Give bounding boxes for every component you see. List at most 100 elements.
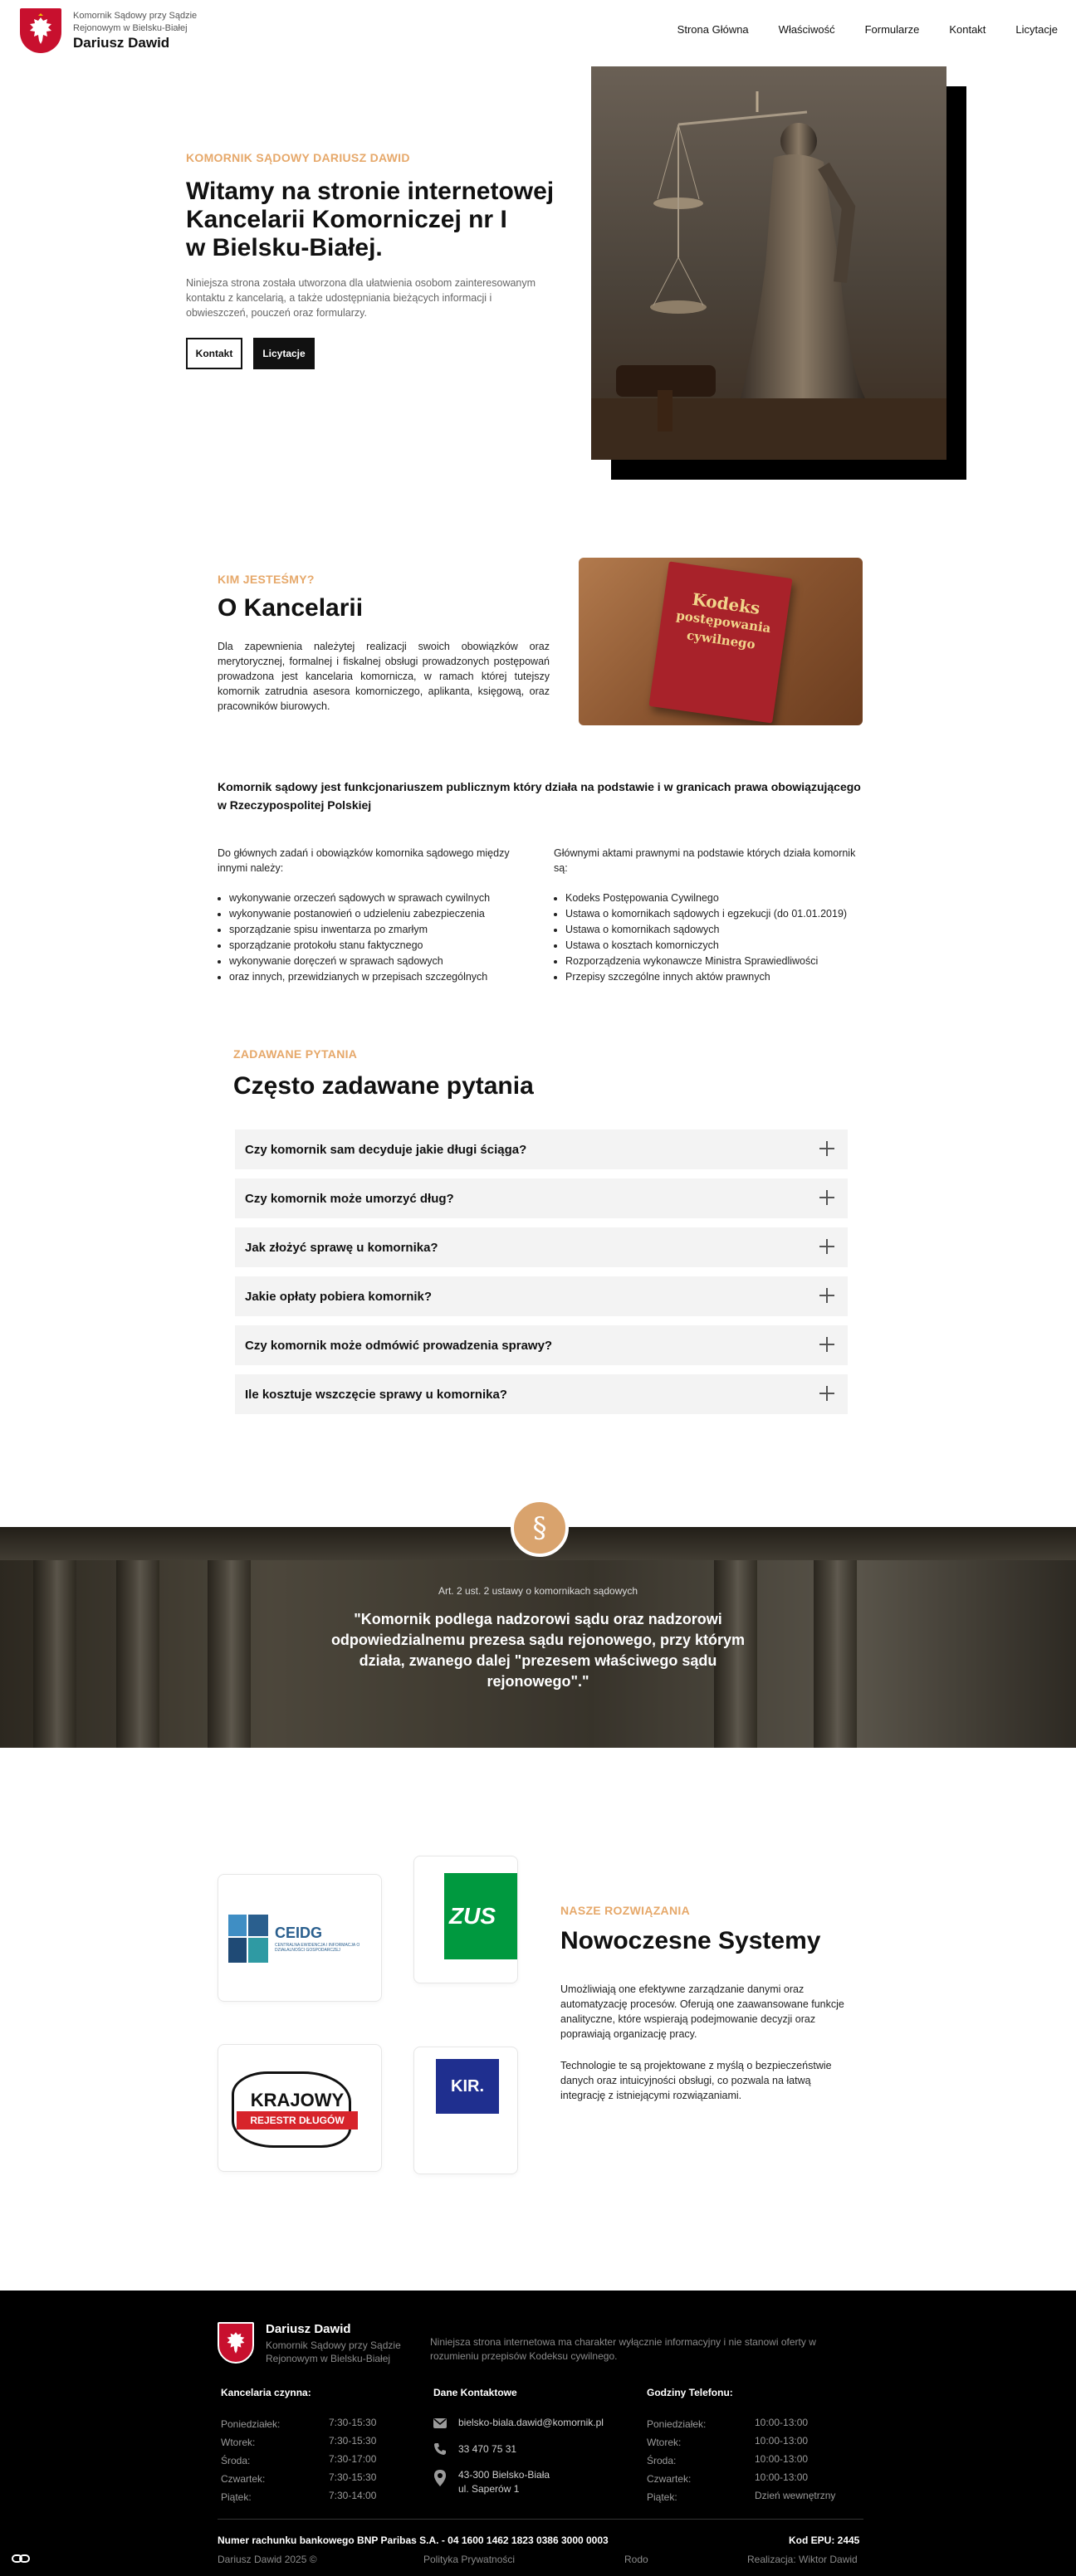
- civil-code-book-image: Kodeks postępowania cywilnego: [579, 558, 863, 725]
- envelope-icon: [433, 2418, 447, 2428]
- hero-title-line-3: w Bielsku-Białej.: [186, 234, 383, 261]
- credit-link[interactable]: Realizacja: Wiktor Dawid: [747, 2554, 858, 2565]
- faq-item-1[interactable]: Czy komornik sam decyduje jakie długi śc…: [235, 1129, 848, 1169]
- quote-line-3: działa, zwanego dalej "prezesem właściwe…: [359, 1652, 717, 1669]
- contact-button[interactable]: Kontakt: [186, 338, 242, 369]
- epu-code: Kod EPU: 2445: [789, 2535, 860, 2546]
- office-hours-heading: Kancelaria czynna:: [221, 2387, 311, 2398]
- justitia-image: [591, 66, 946, 460]
- table-row: Piątek: 7:30-14:00: [221, 2490, 377, 2503]
- systems-text-2: Technologie te są projektowane z myślą o…: [560, 2060, 832, 2101]
- systems-text-1: Umożliwiają one efektywne zarządzanie da…: [560, 1983, 844, 2040]
- nav-forms[interactable]: Formularze: [865, 23, 920, 36]
- quote-source: Art. 2 ust. 2 ustawy o komornikach sądow…: [438, 1585, 638, 1597]
- quote-banner: Art. 2 ust. 2 ustawy o komornikach sądow…: [0, 1527, 1076, 1748]
- about-text: Dla zapewnienia należytej realizacji swo…: [218, 641, 550, 712]
- faq-item-4[interactable]: Jakie opłaty pobiera komornik?: [235, 1276, 848, 1316]
- location-pin-icon: [434, 2470, 446, 2486]
- zus-logo-card[interactable]: ZUS: [413, 1856, 518, 1983]
- plus-icon[interactable]: [819, 1190, 834, 1205]
- table-row: Czwartek: 7:30-15:30: [221, 2471, 377, 2485]
- nav-jurisdiction[interactable]: Właściwość: [779, 23, 835, 36]
- faq-item-6[interactable]: Ile kosztuje wszczęcie sprawy u komornik…: [235, 1374, 848, 1414]
- zus-logo-text: ZUS: [449, 1903, 496, 1929]
- footer-eagle-icon: [218, 2322, 254, 2364]
- list-item: wykonywanie postanowień o udzieleniu zab…: [229, 906, 533, 922]
- plus-icon[interactable]: [819, 1386, 834, 1401]
- list-item: sporządzanie spisu inwentarza po zmarłym: [229, 922, 533, 938]
- list-item: wykonywanie doręczeń w sprawach sądowych: [229, 954, 533, 969]
- site-header: Komornik Sądowy przy Sądzie Rejonowym w …: [0, 0, 1076, 61]
- footer-email-link[interactable]: bielsko-biala.dawid@komornik.pl: [458, 2417, 604, 2428]
- krajowy-rejestr-logo-card[interactable]: KRAJOWY REJESTR DŁUGÓW: [218, 2044, 382, 2172]
- auctions-button[interactable]: Licytacje: [253, 338, 315, 369]
- contact-heading: Dane Kontaktowe: [433, 2387, 517, 2398]
- duties-list: wykonywanie orzeczeń sądowych w sprawach…: [218, 890, 533, 985]
- krajowy-logo-text: KRAJOWY: [250, 2090, 345, 2110]
- faq-question: Czy komornik sam decyduje jakie długi śc…: [245, 1142, 527, 1157]
- table-row: Poniedziałek: 7:30-15:30: [221, 2417, 377, 2430]
- eagle-emblem-icon[interactable]: [20, 8, 61, 53]
- faq-title: Często zadawane pytania: [233, 1072, 534, 1100]
- systems-title: Nowoczesne Systemy: [560, 1927, 821, 1954]
- faq-question: Ile kosztuje wszczęcie sprawy u komornik…: [245, 1387, 507, 1402]
- faq-item-3[interactable]: Jak złożyć sprawę u komornika?: [235, 1227, 848, 1267]
- nav-home[interactable]: Strona Główna: [677, 23, 749, 36]
- duties-statement: Komornik sądowy jest funkcjonariuszem pu…: [218, 780, 861, 812]
- brand-subtitle: Komornik Sądowy przy Sądzie Rejonowym w …: [73, 11, 198, 33]
- list-item: wykonywanie orzeczeń sądowych w sprawach…: [229, 890, 533, 906]
- eagle-icon: [30, 13, 51, 44]
- krajowy-logo-subtext: REJESTR DŁUGÓW: [237, 2111, 358, 2130]
- plus-icon[interactable]: [819, 1239, 834, 1254]
- footer-description: Niniejsza strona internetowa ma charakte…: [430, 2336, 816, 2362]
- table-row: Poniedziałek: 10:00-13:00: [647, 2417, 809, 2430]
- quote-line-2: odpowiedzialnemu prezesa sądu rejonowego…: [330, 1632, 746, 1648]
- acts-list: Kodeks Postępowania Cywilnego Ustawa o k…: [554, 890, 869, 985]
- book-title: Kodeks postępowania cywilnego: [658, 586, 790, 657]
- plus-icon[interactable]: [819, 1337, 834, 1352]
- link-chain-icon[interactable]: [12, 2553, 30, 2564]
- hero-title: Witamy na stronie internetowej Kancelari…: [186, 178, 554, 262]
- hero-description: Niniejsza strona została utworzona dla u…: [186, 277, 536, 319]
- ceidg-logo-subtext: CENTRALNA EWIDENCJA I INFORMACJA O DZIAŁ…: [275, 1943, 360, 1953]
- systems-eyebrow: NASZE ROZWIĄZANIA: [560, 1904, 690, 1917]
- footer-phone-link[interactable]: 33 470 75 31: [458, 2443, 516, 2455]
- list-item: Rozporządzenia wykonawcze Ministra Spraw…: [565, 954, 869, 969]
- bank-account: Numer rachunku bankowego BNP Paribas S.A…: [218, 2535, 609, 2546]
- ceidg-logo-card[interactable]: CEIDG CENTRALNA EWIDENCJA I INFORMACJA O…: [218, 1874, 382, 2002]
- ceidg-logo-icon: [228, 1915, 268, 1963]
- plus-icon[interactable]: [819, 1141, 834, 1156]
- site-footer: Dariusz Dawid Komornik Sądowy przy Sądzi…: [0, 2291, 1076, 2576]
- table-row: Wtorek: 7:30-15:30: [221, 2435, 377, 2448]
- quote-text: "Komornik podlega nadzorowi sądu oraz na…: [289, 1609, 787, 1692]
- nav-auctions[interactable]: Licytacje: [1015, 23, 1058, 36]
- ceidg-logo-text: CEIDG: [275, 1925, 323, 1941]
- kir-logo-card[interactable]: KIR.: [413, 2047, 518, 2174]
- duties-left-intro: Do głównych zadań i obowiązków komornika…: [218, 847, 510, 874]
- copyright: Dariusz Dawid 2025 ©: [218, 2554, 317, 2565]
- list-item: oraz innych, przewidzianych w przepisach…: [229, 969, 533, 985]
- paragraph-icon: §: [511, 1499, 569, 1557]
- footer-divider: [218, 2519, 863, 2520]
- table-row: Środa: 10:00-13:00: [647, 2453, 809, 2466]
- justitia-statue-icon: [591, 91, 946, 460]
- faq-question: Czy komornik może odmówić prowadzenia sp…: [245, 1338, 553, 1353]
- zus-logo-icon: ZUS: [444, 1873, 517, 1959]
- footer-brand-subtitle: Komornik Sądowy przy Sądzie Rejonowym w …: [266, 2339, 401, 2364]
- hero-eyebrow: KOMORNIK SĄDOWY DARIUSZ DAWID: [186, 151, 410, 164]
- acts-right-intro: Głównymi aktami prawnymi na podstawie kt…: [554, 847, 856, 874]
- list-item: Kodeks Postępowania Cywilnego: [565, 890, 869, 906]
- footer-address-line-2: ul. Saperów 1: [458, 2483, 520, 2495]
- nav-contact[interactable]: Kontakt: [949, 23, 986, 36]
- plus-icon[interactable]: [819, 1288, 834, 1303]
- eagle-icon: [227, 2332, 245, 2354]
- footer-address-line-1: 43-300 Bielsko-Biała: [458, 2469, 550, 2481]
- list-item: sporządzanie protokołu stanu faktycznego: [229, 938, 533, 954]
- faq-item-2[interactable]: Czy komornik może umorzyć dług?: [235, 1178, 848, 1218]
- phone-icon: [434, 2443, 446, 2455]
- faq-item-5[interactable]: Czy komornik może odmówić prowadzenia sp…: [235, 1325, 848, 1365]
- brand-name[interactable]: Dariusz Dawid: [73, 35, 169, 51]
- privacy-policy-link[interactable]: Polityka Prywatności: [423, 2554, 515, 2565]
- list-item: Ustawa o komornikach sądowych i egzekucj…: [565, 906, 869, 922]
- rodo-link[interactable]: Rodo: [624, 2554, 648, 2565]
